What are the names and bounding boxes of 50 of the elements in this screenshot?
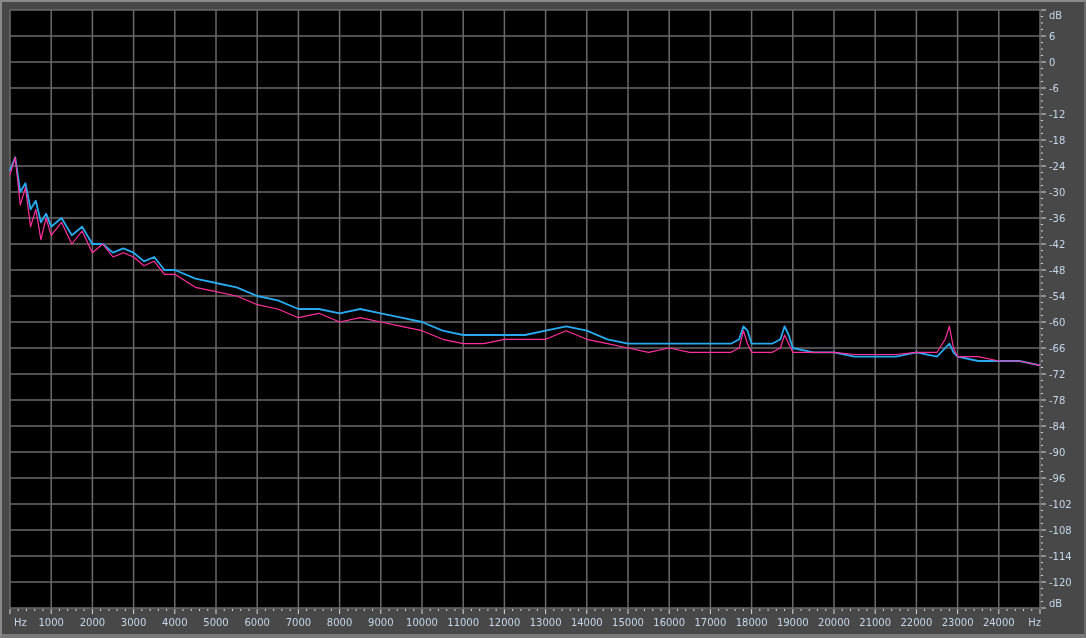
y-axis-label: -54 bbox=[1049, 291, 1066, 302]
y-axis-label: -30 bbox=[1049, 187, 1066, 198]
x-axis-label: 23000 bbox=[941, 617, 974, 628]
x-axis-label: 10000 bbox=[406, 617, 438, 628]
x-axis-label: 13000 bbox=[529, 617, 562, 628]
x-axis-label: 7000 bbox=[285, 617, 312, 628]
y-axis-label: -72 bbox=[1049, 369, 1066, 380]
x-axis-label: 22000 bbox=[900, 617, 933, 628]
y-axis-label: -108 bbox=[1049, 525, 1072, 536]
y-axis-label: -18 bbox=[1049, 135, 1066, 146]
x-axis-label: 19000 bbox=[776, 617, 809, 628]
y-axis-label: -114 bbox=[1049, 551, 1072, 562]
y-axis-label: -6 bbox=[1049, 83, 1059, 94]
y-axis-label: -66 bbox=[1049, 343, 1066, 354]
x-axis-label: 3000 bbox=[120, 617, 147, 628]
y-axis-label: -60 bbox=[1049, 317, 1066, 328]
x-axis-label: 11000 bbox=[447, 617, 480, 628]
x-unit-label: Hz bbox=[14, 617, 27, 628]
x-axis-label: 9000 bbox=[368, 617, 394, 628]
y-axis-label: -42 bbox=[1049, 239, 1066, 250]
x-axis-label: 16000 bbox=[653, 617, 686, 628]
y-axis-label: -78 bbox=[1049, 395, 1066, 406]
x-axis-label: 18000 bbox=[735, 617, 768, 628]
x-axis-label: 12000 bbox=[488, 617, 521, 628]
x-axis-label: 6000 bbox=[244, 617, 270, 628]
x-unit-label: Hz bbox=[1028, 617, 1041, 628]
y-axis-label: -24 bbox=[1049, 161, 1066, 172]
y-unit-label: dB bbox=[1049, 10, 1063, 21]
x-axis-label: 17000 bbox=[694, 617, 727, 628]
y-axis-label: 6 bbox=[1049, 31, 1056, 42]
y-axis-label: -90 bbox=[1049, 447, 1066, 458]
y-unit-label: dB bbox=[1049, 598, 1063, 609]
x-axis-label: 21000 bbox=[859, 617, 892, 628]
y-axis-label: -102 bbox=[1049, 499, 1072, 510]
y-axis-label: -84 bbox=[1049, 421, 1066, 432]
y-axis-label: 0 bbox=[1049, 57, 1056, 68]
x-axis-label: 15000 bbox=[612, 617, 644, 628]
y-axis-label: -12 bbox=[1049, 109, 1066, 120]
x-axis-label: 2000 bbox=[79, 617, 106, 628]
y-axis-label: -48 bbox=[1049, 265, 1066, 276]
x-axis-label: 4000 bbox=[162, 617, 188, 628]
x-axis-label: 24000 bbox=[982, 617, 1015, 628]
x-axis-label: 5000 bbox=[203, 617, 229, 628]
x-axis-label: 1000 bbox=[38, 617, 64, 628]
y-axis-label: -120 bbox=[1049, 577, 1072, 588]
y-axis-label: -96 bbox=[1049, 473, 1066, 484]
x-axis-label: 20000 bbox=[818, 617, 850, 628]
y-axis-label: -36 bbox=[1049, 213, 1066, 224]
x-axis-label: 8000 bbox=[326, 617, 353, 628]
x-axis-label: 14000 bbox=[570, 617, 603, 628]
